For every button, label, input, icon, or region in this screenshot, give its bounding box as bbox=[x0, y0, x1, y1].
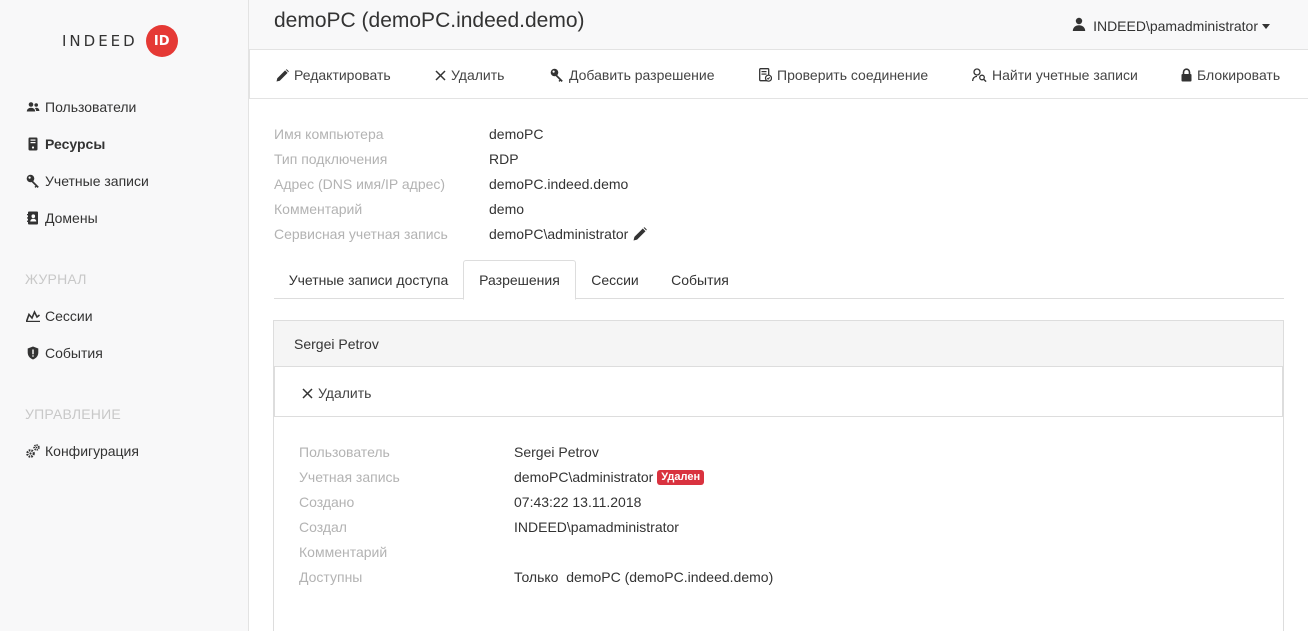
tab-events[interactable]: События bbox=[654, 260, 746, 299]
connection-type-label: Тип подключения bbox=[274, 151, 388, 167]
tab-access-accounts[interactable]: Учетные записи доступа bbox=[274, 260, 463, 299]
cogs-icon bbox=[26, 444, 40, 458]
perm-created-value: 07:43:22 13.11.2018 bbox=[514, 494, 642, 510]
user-icon bbox=[1072, 17, 1086, 34]
perm-creator-value: INDEED\pamadministrator bbox=[514, 519, 679, 535]
connection-type-value: RDP bbox=[489, 151, 519, 167]
permission-panel-header: Sergei Petrov bbox=[274, 321, 1283, 367]
sidebar-item-events[interactable]: События bbox=[26, 343, 103, 363]
close-icon bbox=[435, 69, 446, 81]
address-value: demoPC.indeed.demo bbox=[489, 176, 629, 192]
perm-creator-label: Создал bbox=[299, 519, 347, 535]
delete-button[interactable]: Удалить bbox=[435, 67, 504, 83]
sidebar-item-label: События bbox=[45, 345, 103, 361]
sidebar-item-sessions[interactable]: Сессии bbox=[26, 306, 93, 326]
lock-icon bbox=[1181, 68, 1192, 82]
service-account-value: demoPC\administrator bbox=[489, 226, 629, 242]
sidebar-item-resources[interactable]: Ресурсы bbox=[26, 134, 105, 154]
pencil-icon bbox=[276, 68, 289, 82]
comment-label: Комментарий bbox=[274, 201, 363, 217]
perm-available-label: Доступны bbox=[299, 569, 363, 585]
computer-name-label: Имя компьютера bbox=[274, 126, 384, 142]
perm-user-value: Sergei Petrov bbox=[514, 444, 599, 460]
sidebar-item-configuration[interactable]: Конфигурация bbox=[26, 441, 139, 461]
user-name: INDEED\pamadministrator bbox=[1093, 17, 1258, 34]
key-icon bbox=[26, 174, 40, 188]
find-accounts-button[interactable]: Найти учетные записи bbox=[972, 67, 1138, 83]
section-journal: ЖУРНАЛ bbox=[25, 271, 87, 287]
status-badge: Удален bbox=[657, 469, 705, 485]
user-search-icon bbox=[972, 68, 987, 82]
server-icon bbox=[26, 137, 40, 151]
perm-available-value: Только demoPC (demoPC.indeed.demo) bbox=[514, 569, 774, 585]
key-icon bbox=[550, 68, 564, 82]
tab-sessions[interactable]: Сессии bbox=[576, 260, 654, 299]
sidebar-item-label: Конфигурация bbox=[45, 443, 139, 459]
add-permission-button[interactable]: Добавить разрешение bbox=[550, 67, 715, 83]
computer-name-value: demoPC bbox=[489, 126, 544, 142]
perm-account-value: demoPC\administrator bbox=[514, 469, 654, 485]
block-button[interactable]: Блокировать bbox=[1181, 67, 1280, 83]
tab-permissions[interactable]: Разрешения bbox=[463, 260, 576, 300]
address-book-icon bbox=[26, 211, 40, 225]
sidebar: INDEED ID Пользователи Ресурсы Учетные з… bbox=[0, 0, 249, 631]
sidebar-item-label: Сессии bbox=[45, 308, 93, 324]
user-menu[interactable]: INDEED\pamadministrator bbox=[1072, 17, 1270, 34]
chevron-down-icon bbox=[1262, 23, 1270, 29]
edit-button[interactable]: Редактировать bbox=[276, 67, 391, 83]
shield-icon bbox=[26, 346, 40, 360]
sidebar-item-users[interactable]: Пользователи bbox=[26, 97, 136, 117]
address-label: Адрес (DNS имя/IP адрес) bbox=[274, 176, 446, 192]
edit-service-account-icon[interactable] bbox=[633, 227, 648, 241]
logo-badge: ID bbox=[145, 25, 178, 57]
sidebar-item-accounts[interactable]: Учетные записи bbox=[26, 171, 149, 191]
perm-account: demoPC\administrator Удален bbox=[514, 469, 705, 485]
perm-user-label: Пользователь bbox=[299, 444, 390, 460]
service-account: demoPC\administrator bbox=[489, 226, 648, 242]
permission-panel: Sergei Petrov Удалить bbox=[273, 320, 1284, 631]
permission-title: Sergei Petrov bbox=[294, 336, 379, 352]
checklist-icon bbox=[759, 68, 772, 82]
check-connection-button[interactable]: Проверить соединение bbox=[759, 67, 928, 83]
header: demoPC (demoPC.indeed.demo) INDEED\pamad… bbox=[249, 0, 1308, 50]
service-account-label: Сервисная учетная запись bbox=[274, 226, 448, 242]
page-title: demoPC (demoPC.indeed.demo) bbox=[274, 9, 585, 32]
sidebar-item-label: Ресурсы bbox=[45, 136, 106, 152]
permission-toolbar: Удалить bbox=[274, 367, 1283, 417]
perm-created-label: Создано bbox=[299, 494, 355, 510]
logo-text: INDEED bbox=[62, 32, 138, 50]
comment-value: demo bbox=[489, 201, 525, 217]
sidebar-item-label: Пользователи bbox=[45, 99, 137, 115]
perm-comment-label: Комментарий bbox=[299, 544, 388, 560]
sidebar-item-domains[interactable]: Домены bbox=[26, 208, 98, 228]
delete-permission-button[interactable]: Удалить bbox=[302, 385, 371, 401]
perm-account-label: Учетная запись bbox=[299, 469, 400, 485]
users-icon bbox=[26, 100, 40, 114]
close-icon bbox=[302, 387, 313, 399]
logo[interactable]: INDEED ID bbox=[62, 25, 178, 57]
tabs: Учетные записи доступа Разрешения Сессии… bbox=[274, 260, 1284, 300]
toolbar: Редактировать Удалить Добавить разрешени… bbox=[249, 50, 1308, 99]
sessions-icon bbox=[26, 309, 40, 323]
sidebar-item-label: Учетные записи bbox=[45, 173, 149, 189]
sidebar-item-label: Домены bbox=[45, 210, 98, 226]
section-manage: УПРАВЛЕНИЕ bbox=[25, 406, 121, 422]
